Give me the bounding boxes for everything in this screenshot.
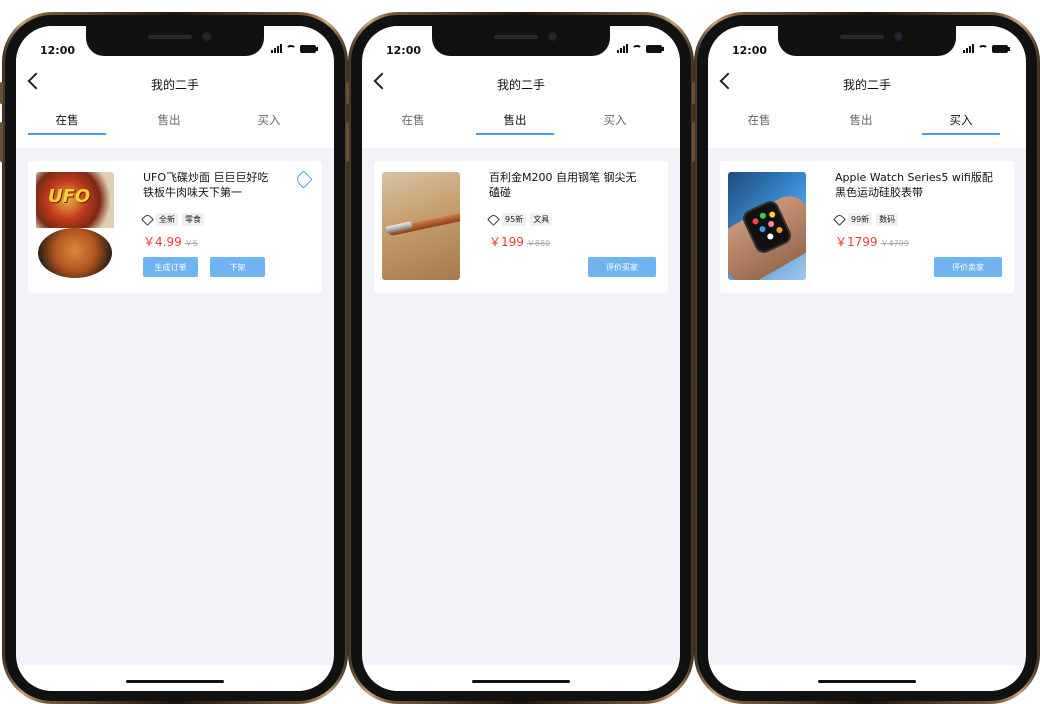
wifi-icon: [978, 44, 988, 53]
page-title: 我的二手: [496, 78, 545, 92]
item-card[interactable]: 百利金M200 自用钢笔 钢尖无磕碰 95新 文具 ￥199 ￥880 评价买家: [374, 161, 668, 293]
item-image-logo: UFO: [48, 186, 91, 207]
rate-buyer-button[interactable]: 评价买家: [588, 257, 656, 277]
item-image: [382, 172, 460, 280]
tab-selling[interactable]: 在售: [374, 112, 452, 135]
tab-bar: 在售 售出 买入: [16, 98, 334, 148]
item-price: ￥4.99: [143, 235, 182, 249]
status-icons: [617, 44, 664, 53]
original-price: ￥4799: [880, 239, 909, 248]
tab-bar: 在售 售出 买入: [708, 98, 1026, 148]
home-indicator[interactable]: [472, 680, 570, 683]
tab-sold[interactable]: 售出: [130, 112, 208, 135]
mute-switch: [692, 82, 695, 104]
wifi-icon: [286, 44, 296, 53]
battery-icon: [646, 44, 664, 53]
battery-icon: [300, 44, 318, 53]
tab-selling[interactable]: 在售: [28, 112, 106, 135]
category-tag: 零食: [182, 213, 204, 226]
price-row: ￥199 ￥880: [489, 233, 550, 250]
signal-icon: [963, 44, 974, 53]
signal-icon: [271, 44, 282, 53]
camera: [894, 32, 903, 41]
speaker: [494, 35, 538, 39]
tab-bought[interactable]: 买入: [922, 112, 1000, 135]
tab-bought[interactable]: 买入: [576, 112, 654, 135]
item-title: Apple Watch Series5 wifi版配黑色运动硅胶表带: [835, 171, 993, 199]
page-title: 我的二手: [842, 78, 891, 92]
create-order-button[interactable]: 生成订单: [143, 257, 198, 277]
camera: [548, 32, 557, 41]
item-image: UFO: [36, 172, 114, 280]
item-image: [728, 172, 806, 280]
tag-icon: [833, 213, 846, 226]
item-tags: 95新 文具: [487, 213, 553, 226]
phone-frame-sold: 12:00 我的二手 在售 售出 买入 百利金M200 自用钢笔 钢尖无磕碰 9…: [346, 12, 694, 704]
tab-selling[interactable]: 在售: [720, 112, 798, 135]
item-price: ￥199: [489, 235, 524, 249]
status-bar: 12:00: [708, 26, 1026, 70]
rate-seller-button[interactable]: 评价卖家: [934, 257, 1002, 277]
screen-sold: 12:00 我的二手 在售 售出 买入 百利金M200 自用钢笔 钢尖无磕碰 9…: [362, 26, 680, 691]
item-tags: 全新 零食: [141, 213, 204, 226]
signal-icon: [617, 44, 628, 53]
notch: [778, 26, 956, 56]
tab-sold[interactable]: 售出: [476, 112, 554, 135]
nav-bar: 我的二手: [16, 70, 334, 98]
nav-bar: 我的二手: [362, 70, 680, 98]
home-indicator[interactable]: [126, 680, 224, 683]
page-title: 我的二手: [150, 78, 199, 92]
tab-sold[interactable]: 售出: [822, 112, 900, 135]
item-price: ￥1799: [835, 235, 878, 249]
item-title: UFO飞碟炒面 巨巨巨好吃 铁板牛肉味天下第一: [143, 171, 269, 199]
camera: [202, 32, 211, 41]
notch: [432, 26, 610, 56]
volume-button: [346, 122, 349, 162]
screen-selling: 12:00 我的二手 在售 售出 买入 UFO UFO飞碟炒面 巨巨巨好吃 铁板…: [16, 26, 334, 691]
wifi-icon: [632, 44, 642, 53]
volume-button: [692, 122, 695, 162]
edit-icon[interactable]: [294, 170, 313, 189]
original-price: ￥5: [184, 239, 198, 248]
volume-button: [0, 122, 3, 162]
delist-button[interactable]: 下架: [210, 257, 265, 277]
item-card[interactable]: UFO UFO飞碟炒面 巨巨巨好吃 铁板牛肉味天下第一 全新 零食 ￥4.99 …: [28, 161, 322, 293]
category-tag: 数码: [876, 213, 899, 226]
item-card[interactable]: Apple Watch Series5 wifi版配黑色运动硅胶表带 99新 数…: [720, 161, 1014, 293]
status-time: 12:00: [386, 44, 422, 57]
phone-frame-selling: 12:00 我的二手 在售 售出 买入 UFO UFO飞碟炒面 巨巨巨好吃 铁板…: [0, 12, 348, 704]
speaker: [840, 35, 884, 39]
tag-icon: [141, 213, 154, 226]
status-bar: 12:00: [16, 26, 334, 70]
phone-frame-bought: 12:00 我的二手 在售 售出 买入 Apple Watch Series5 …: [692, 12, 1040, 704]
condition-tag: 全新: [156, 213, 178, 226]
category-tag: 文具: [530, 213, 553, 226]
notch: [86, 26, 264, 56]
original-price: ￥880: [526, 239, 551, 248]
status-time: 12:00: [732, 44, 768, 57]
status-icons: [963, 44, 1010, 53]
mute-switch: [346, 82, 349, 104]
nav-bar: 我的二手: [708, 70, 1026, 98]
tab-bar: 在售 售出 买入: [362, 98, 680, 148]
mute-switch: [0, 82, 3, 104]
status-bar: 12:00: [362, 26, 680, 70]
battery-icon: [992, 44, 1010, 53]
item-title: 百利金M200 自用钢笔 钢尖无磕碰: [489, 171, 637, 199]
home-indicator[interactable]: [818, 680, 916, 683]
item-tags: 99新 数码: [833, 213, 899, 226]
speaker: [148, 35, 192, 39]
status-icons: [271, 44, 318, 53]
price-row: ￥4.99 ￥5: [143, 233, 198, 250]
condition-tag: 99新: [848, 213, 873, 226]
screen-bought: 12:00 我的二手 在售 售出 买入 Apple Watch Series5 …: [708, 26, 1026, 691]
price-row: ￥1799 ￥4799: [835, 233, 909, 250]
tag-icon: [487, 213, 500, 226]
tab-bought[interactable]: 买入: [230, 112, 308, 135]
status-time: 12:00: [40, 44, 76, 57]
condition-tag: 95新: [502, 213, 527, 226]
